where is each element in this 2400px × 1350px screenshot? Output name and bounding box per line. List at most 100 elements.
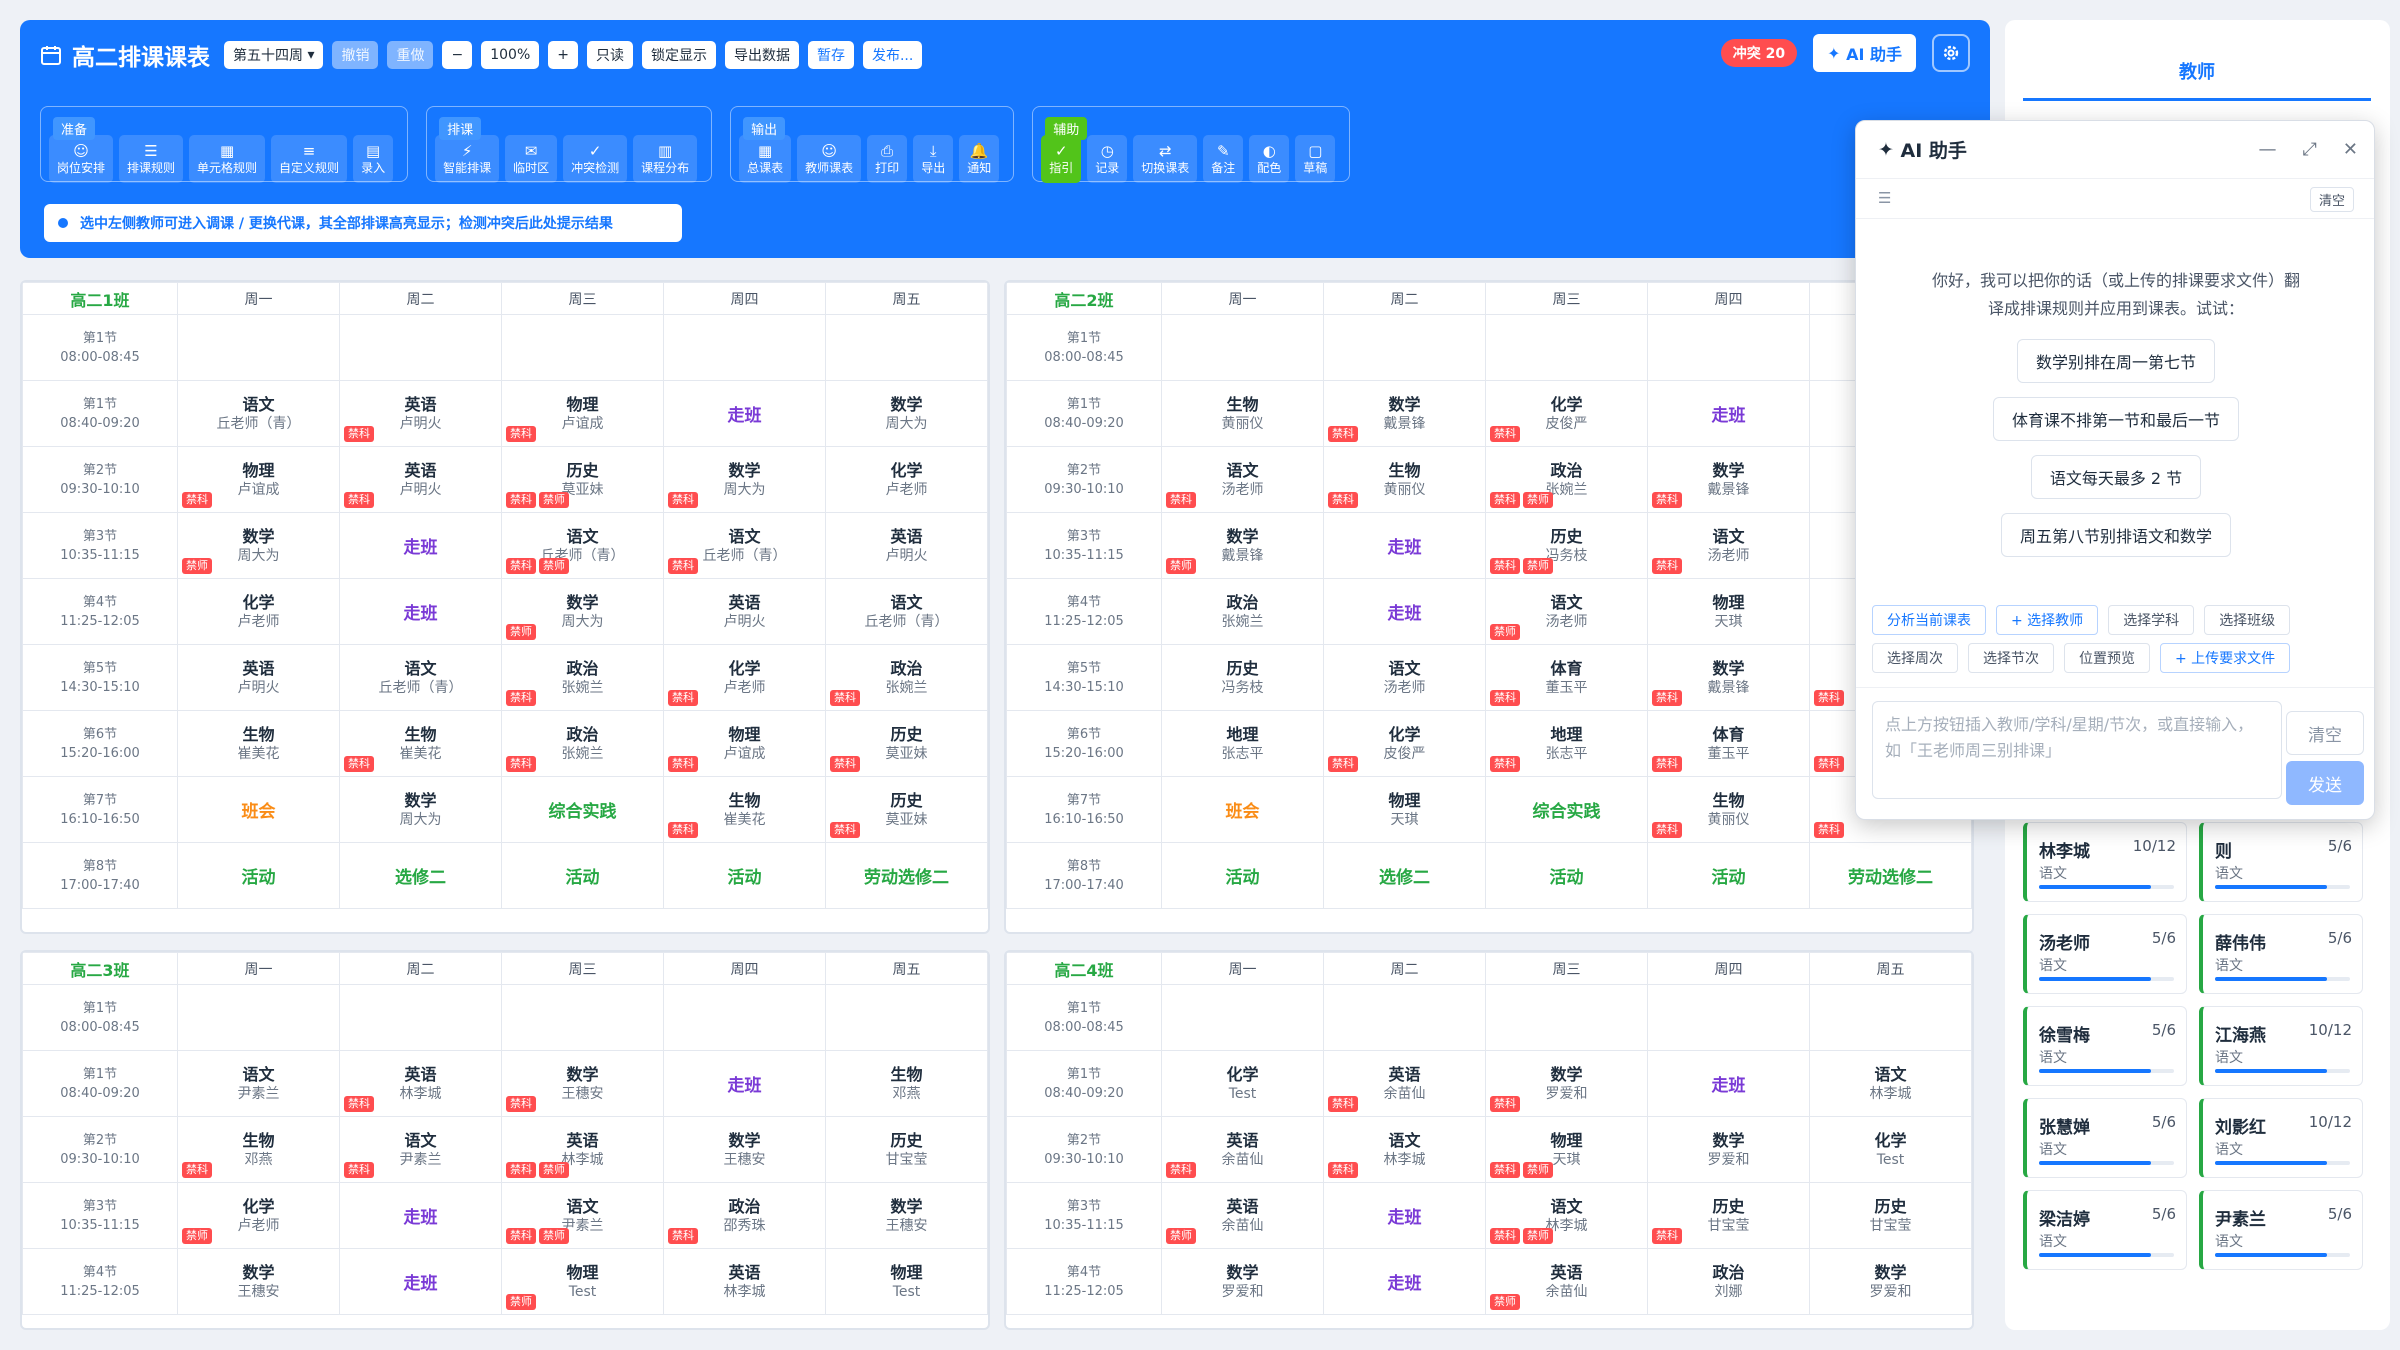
redo-button[interactable]: 重做 [387, 41, 434, 69]
ai-assistant-button[interactable]: ✦ AI 助手 [1813, 34, 1916, 72]
insert-chip[interactable]: 选择周次 [1872, 643, 1958, 673]
lesson-cell[interactable] [663, 314, 826, 381]
teacher-card[interactable]: 徐雪梅 5/6 语文 [2023, 1006, 2187, 1086]
lesson-cell[interactable] [663, 984, 826, 1051]
teacher-card[interactable]: 梁洁婷 5/6 语文 [2023, 1190, 2187, 1270]
lesson-cell[interactable]: 数学 戴景锋 禁科 [1323, 380, 1486, 447]
lesson-cell[interactable] [1647, 314, 1810, 381]
menu-icon[interactable]: ☰ [1878, 189, 1891, 207]
clear-history-button[interactable]: 清空 [2309, 187, 2354, 212]
lesson-cell[interactable]: 生物 黄丽仪 禁科 [1647, 776, 1810, 843]
lesson-cell[interactable]: 语文 尹素兰 [177, 1050, 340, 1117]
tool-button[interactable]: 🔔 通知 [959, 135, 1000, 183]
lesson-cell[interactable]: 生物 崔美花 [177, 710, 340, 777]
tool-button[interactable]: ≡ 自定义规则 [271, 135, 348, 183]
lesson-cell[interactable]: 政治 邵秀珠 禁科 [663, 1182, 826, 1249]
lesson-cell[interactable]: 语文 汤老师 禁科 [1647, 512, 1810, 579]
lesson-cell[interactable]: 地理 张志平 [1161, 710, 1324, 777]
lesson-cell[interactable]: 政治 张婉兰 禁科 [501, 644, 664, 711]
lesson-cell[interactable]: 综合实践 [1485, 776, 1648, 843]
lesson-cell[interactable]: 数学 王穗安 [663, 1116, 826, 1183]
tool-button[interactable]: ▦ 总课表 [739, 135, 792, 183]
insert-chip[interactable]: 选择学科 [2108, 605, 2195, 635]
lesson-cell[interactable]: 物理 卢谊成 禁科 [177, 446, 340, 513]
lesson-cell[interactable] [1323, 984, 1486, 1051]
tool-button[interactable]: ◐ 配色 [1249, 135, 1290, 183]
lesson-cell[interactable]: 语文 林李城 [1809, 1050, 1972, 1117]
teacher-card[interactable]: 江海燕 10/12 语文 [2199, 1006, 2363, 1086]
tool-button[interactable]: ▥ 课程分布 [633, 135, 698, 183]
lesson-cell[interactable]: 政治 刘娜 [1647, 1248, 1810, 1315]
lesson-cell[interactable]: 语文 丘老师（青） [825, 578, 988, 645]
zoom-in-button[interactable]: + [548, 41, 578, 69]
lesson-cell[interactable]: 活动 [1485, 842, 1648, 909]
lesson-cell[interactable]: 选修二 [1323, 842, 1486, 909]
lesson-cell[interactable]: 政治 张婉兰 禁科 禁师 [1485, 446, 1648, 513]
lesson-cell[interactable]: 数学 罗爱和 禁科 [1485, 1050, 1648, 1117]
lesson-cell[interactable]: 活动 [663, 842, 826, 909]
lesson-cell[interactable]: 语文 林李城 禁科 禁师 [1485, 1182, 1648, 1249]
lesson-cell[interactable]: 英语 林李城 禁科 禁师 [501, 1116, 664, 1183]
lesson-cell[interactable]: 英语 卢明火 [663, 578, 826, 645]
lesson-cell[interactable]: 选修二 [339, 842, 502, 909]
lesson-cell[interactable]: 活动 [501, 842, 664, 909]
lesson-cell[interactable]: 物理 天琪 [1323, 776, 1486, 843]
tool-button[interactable]: ✓ 冲突检测 [563, 135, 628, 183]
lesson-cell[interactable]: 语文 丘老师（青） 禁科 [663, 512, 826, 579]
settings-gear-icon[interactable] [1932, 34, 1970, 72]
lesson-cell[interactable]: 化学 卢老师 [825, 446, 988, 513]
lesson-cell[interactable]: 生物 邓燕 [825, 1050, 988, 1117]
insert-chip[interactable]: 位置预览 [2064, 643, 2150, 673]
insert-chip[interactable]: 分析当前课表 [1872, 605, 1986, 635]
publish-button[interactable]: 发布... [862, 41, 923, 69]
lesson-cell[interactable]: 数学 周大为 [339, 776, 502, 843]
lesson-cell[interactable]: 数学 戴景锋 禁师 [1161, 512, 1324, 579]
lesson-cell[interactable]: 英语 林李城 禁科 [339, 1050, 502, 1117]
insert-chip[interactable]: + 上传要求文件 [2160, 643, 2291, 673]
close-icon[interactable]: ✕ [2343, 139, 2358, 160]
lesson-cell[interactable]: 数学 戴景锋 禁科 [1647, 446, 1810, 513]
teacher-card[interactable]: 汤老师 5/6 语文 [2023, 914, 2187, 994]
lesson-cell[interactable]: 数学 罗爱和 [1161, 1248, 1324, 1315]
lesson-cell[interactable]: 生物 邓燕 禁科 [177, 1116, 340, 1183]
ai-input[interactable]: 点上方按钮插入教师/学科/星期/节次，或直接输入，如「王老师周三别排课」 [1872, 701, 2282, 799]
lesson-cell[interactable]: 语文 尹素兰 禁科 禁师 [501, 1182, 664, 1249]
lesson-cell[interactable]: 政治 张婉兰 禁科 [825, 644, 988, 711]
lesson-cell[interactable]: 英语 卢明火 禁科 [339, 446, 502, 513]
lesson-cell[interactable]: 走班 [1323, 512, 1486, 579]
lesson-cell[interactable]: 班会 [177, 776, 340, 843]
teacher-card[interactable]: 则 5/6 语文 [2199, 822, 2363, 902]
readonly-button[interactable]: 只读 [586, 41, 633, 69]
lesson-cell[interactable]: 物理 卢谊成 禁科 [663, 710, 826, 777]
lesson-cell[interactable]: 语文 尹素兰 禁科 [339, 1116, 502, 1183]
lesson-cell[interactable]: 语文 汤老师 [1323, 644, 1486, 711]
lesson-cell[interactable]: 化学 Test [1809, 1116, 1972, 1183]
insert-chip[interactable]: + 选择教师 [1996, 605, 2099, 635]
teacher-card[interactable]: 张慧婵 5/6 语文 [2023, 1098, 2187, 1178]
tool-button[interactable]: ◷ 记录 [1087, 135, 1128, 183]
lesson-cell[interactable]: 生物 崔美花 禁科 [339, 710, 502, 777]
maximize-icon[interactable]: ⤢ [2303, 139, 2317, 160]
lesson-cell[interactable]: 走班 [339, 1248, 502, 1315]
lesson-cell[interactable]: 历史 甘宝莹 禁科 [1647, 1182, 1810, 1249]
lesson-cell[interactable]: 生物 黄丽仪 禁科 [1323, 446, 1486, 513]
lesson-cell[interactable]: 历史 冯务枝 禁科 禁师 [1485, 512, 1648, 579]
minimize-icon[interactable]: — [2259, 139, 2277, 160]
lesson-cell[interactable]: 历史 莫亚妹 禁科 [825, 710, 988, 777]
lesson-cell[interactable] [1485, 314, 1648, 381]
clear-input-button[interactable]: 清空 [2286, 711, 2364, 755]
lesson-cell[interactable]: 英语 余苗仙 禁科 [1161, 1116, 1324, 1183]
lesson-cell[interactable]: 数学 周大为 禁师 [177, 512, 340, 579]
lesson-cell[interactable]: 走班 [1647, 1050, 1810, 1117]
lesson-cell[interactable]: 数学 王穗安 禁科 [501, 1050, 664, 1117]
insert-chip[interactable]: 选择节次 [1968, 643, 2054, 673]
lesson-cell[interactable]: 物理 Test [825, 1248, 988, 1315]
lesson-cell[interactable]: 走班 [339, 512, 502, 579]
lesson-cell[interactable]: 活动 [1647, 842, 1810, 909]
lesson-cell[interactable]: 化学 卢老师 [177, 578, 340, 645]
tool-button[interactable]: ☰ 排课规则 [119, 135, 184, 183]
lesson-cell[interactable]: 化学 卢老师 禁科 [663, 644, 826, 711]
lesson-cell[interactable] [1809, 984, 1972, 1051]
lesson-cell[interactable]: 走班 [663, 1050, 826, 1117]
lesson-cell[interactable]: 历史 甘宝莹 [1809, 1182, 1972, 1249]
